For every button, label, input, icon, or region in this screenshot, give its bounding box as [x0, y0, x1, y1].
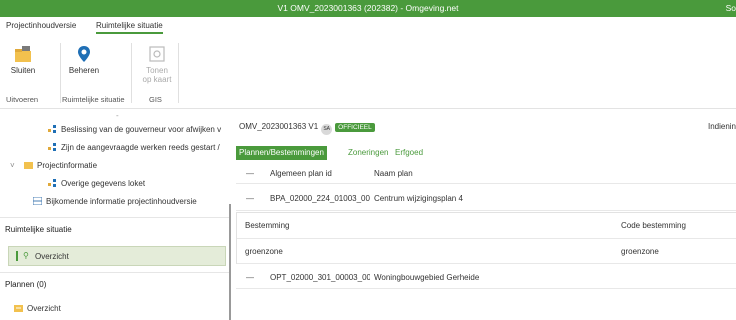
tree-item-label: Beslissing van de gouverneur voor afwijk… — [61, 125, 222, 134]
group-label-gis: GIS — [149, 95, 162, 104]
tree-item-label: Overige gegevens loket — [61, 179, 146, 188]
selection-indicator — [16, 251, 18, 261]
bestemming-table-header: Bestemming Code bestemming — [237, 213, 736, 239]
tree-folder-projectinformatie[interactable]: ˅ Projectinformatie — [10, 161, 97, 170]
hierarchy-icon — [48, 179, 56, 187]
hierarchy-icon — [48, 125, 56, 133]
indiening-label: Indienin — [707, 122, 736, 131]
show-on-map-button[interactable]: Tonen op kaart — [138, 45, 176, 84]
ribbon-separator — [131, 43, 132, 103]
table-row[interactable]: — BPA_02000_224_01003_00( Centrum wijzig… — [236, 185, 736, 211]
tree-item-beslissing[interactable]: Beslissing van de gouverneur voor afwijk… — [48, 125, 221, 134]
folder-list-icon — [14, 305, 23, 312]
show-on-map-label-1: Tonen — [146, 66, 168, 75]
plan-id-cell: BPA_02000_224_01003_00( — [270, 194, 370, 203]
tree-item-overige-gegevens[interactable]: Overige gegevens loket — [48, 179, 145, 188]
column-header-plan-id[interactable]: Algemeen plan id — [270, 169, 332, 178]
title-bar: V1 OMV_2023001363 (202382) - Omgeving.ne… — [0, 0, 736, 17]
row-collapse-toggle[interactable]: — — [246, 273, 254, 282]
tree-item-bijkomende-informatie[interactable]: Bijkomende informatie projectinhoudversi… — [33, 197, 197, 206]
tree-item-label: Projectinformatie — [37, 161, 98, 170]
main-content: OMV_2023001363 V1 SA OFFICIEEL Indienin Pl… — [232, 109, 736, 320]
dossier-header: OMV_2023001363 V1 SA OFFICIEEL — [239, 122, 375, 135]
table-row[interactable]: — OPT_02000_301_00003_00( Woningbouwgebi… — [236, 265, 736, 289]
status-badge: OFFICIEEL — [335, 123, 375, 132]
ribbon-tabs: Projectinhoudversie Ruimtelijke situatie — [0, 17, 736, 37]
header-collapse-toggle[interactable]: — — [246, 169, 254, 178]
ribbon-tab-projectinhoudversie[interactable]: Projectinhoudversie — [6, 21, 76, 32]
code-bestemming-cell: groenzone — [621, 247, 659, 256]
close-label: Sluiten — [10, 66, 36, 75]
location-pin-icon — [78, 46, 90, 62]
plannen-overview-item[interactable]: Overzicht — [14, 304, 61, 313]
left-pane-scrollbar[interactable] — [229, 204, 231, 320]
tree-item-aangevraagde-werken[interactable]: Zijn de aangevraagde werken reeds gestar… — [48, 143, 220, 152]
overview-label: Overzicht — [35, 252, 69, 261]
pin-icon: ⚲ — [23, 251, 29, 260]
overview-label: Overzicht — [27, 304, 61, 313]
column-header-bestemming[interactable]: Bestemming — [245, 221, 289, 230]
table-row[interactable]: groenzone groenzone — [237, 239, 736, 264]
column-header-plan-name[interactable]: Naam plan — [374, 169, 413, 178]
ribbon: Sluiten Beheren Tonen op kaart Uitvoeren… — [0, 37, 736, 109]
user-name[interactable]: So — [726, 3, 736, 13]
column-header-code-bestemming[interactable]: Code bestemming — [621, 221, 686, 230]
section-plannen[interactable]: Plannen (0) — [0, 272, 229, 294]
plan-table-header: — Algemeen plan id Naam plan — [236, 162, 736, 184]
user-badge: SA — [321, 124, 333, 135]
grid-list-icon — [33, 197, 42, 205]
folder-icon — [24, 162, 33, 169]
ribbon-separator — [60, 43, 61, 103]
close-button[interactable]: Sluiten — [8, 45, 38, 75]
tab-plannen-bestemmingen[interactable]: Plannen/Bestemmingen — [236, 146, 327, 160]
group-label-ruimtelijke-situatie: Ruimtelijke situatie — [62, 95, 125, 104]
group-label-uitvoeren: Uitvoeren — [6, 95, 39, 104]
tree-collapse-caret[interactable]: - — [116, 111, 119, 120]
section-ruimtelijke-situatie[interactable]: Ruimtelijke situatie — [0, 217, 229, 239]
plan-name-cell: Woningbouwgebied Gerheide — [374, 273, 480, 282]
navigation-pane: - Beslissing van de gouverneur voor afwi… — [0, 109, 232, 320]
show-on-map-label-2: op kaart — [142, 75, 172, 84]
plan-id-cell: OPT_02000_301_00003_00( — [270, 273, 370, 282]
tree-item-label: Zijn de aangevraagde werken reeds gestar… — [61, 143, 220, 152]
bestemming-cell: groenzone — [245, 247, 283, 256]
tab-zoneringen[interactable]: Zoneringen — [345, 146, 391, 160]
close-folder-icon — [15, 46, 31, 62]
hierarchy-icon — [48, 143, 56, 151]
overview-item-selected[interactable]: ⚲ Overzicht — [8, 246, 226, 266]
row-collapse-toggle[interactable]: — — [246, 194, 254, 203]
dossier-id: OMV_2023001363 V1 — [239, 122, 319, 131]
ribbon-separator — [178, 43, 179, 103]
window-title: V1 OMV_2023001363 (202382) - Omgeving.ne… — [277, 3, 459, 13]
manage-label: Beheren — [68, 66, 100, 75]
manage-button[interactable]: Beheren — [64, 45, 104, 75]
tab-erfgoed[interactable]: Erfgoed — [392, 146, 426, 160]
tree-item-label: Bijkomende informatie projectinhoudversi… — [46, 197, 197, 206]
bestemming-subtable: Bestemming Code bestemming groenzone gro… — [236, 212, 736, 264]
ribbon-tab-ruimtelijke-situatie[interactable]: Ruimtelijke situatie — [96, 21, 163, 34]
map-icon — [149, 46, 165, 62]
plan-name-cell: Centrum wijzigingsplan 4 — [374, 194, 463, 203]
chevron-down-icon[interactable]: ˅ — [10, 161, 24, 170]
